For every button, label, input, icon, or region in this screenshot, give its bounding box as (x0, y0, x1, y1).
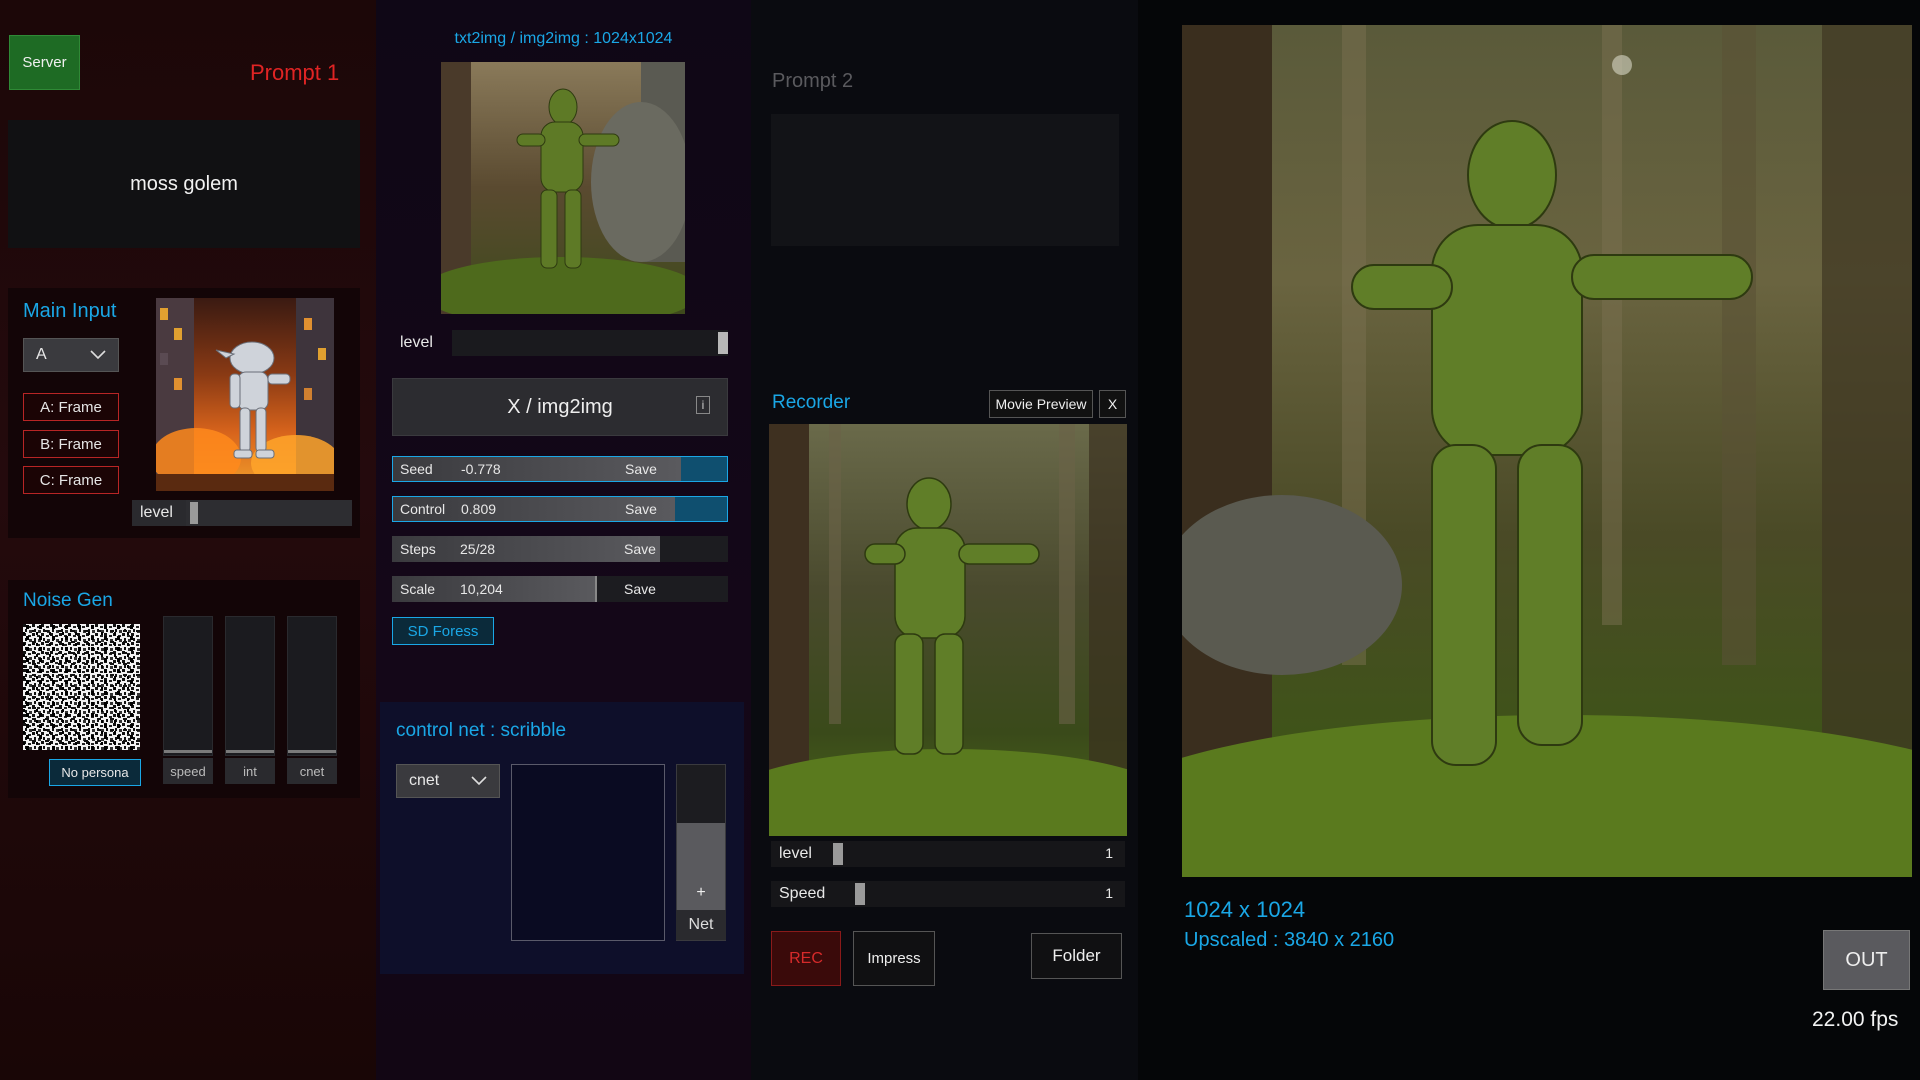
resolution-title: txt2img / img2img : 1024x1024 (454, 30, 673, 47)
recorder-speed-slider[interactable]: Speed 1 (771, 881, 1125, 907)
int-slider-label: int (225, 758, 275, 784)
server-button[interactable]: Server (9, 35, 80, 90)
output-resolution: 1024 x 1024 (1184, 897, 1306, 922)
steps-label: Steps (400, 541, 436, 557)
cnet-select-value: cnet (409, 772, 440, 789)
control-value: 0.809 (461, 501, 497, 517)
main-input-image[interactable] (156, 298, 334, 491)
control-save-button[interactable]: Save (625, 501, 657, 517)
speed-slider[interactable] (163, 616, 213, 756)
slider-knob[interactable] (833, 843, 843, 865)
info-icon[interactable]: i (696, 396, 710, 414)
close-icon[interactable]: X (1099, 390, 1126, 418)
scale-value: 10,204 (460, 581, 503, 597)
fps-readout: 22.00 fps (1812, 1008, 1899, 1031)
recorder-preview (769, 424, 1127, 836)
control-label: Control (400, 501, 446, 517)
net-plus-button[interactable]: + (676, 880, 726, 906)
cnet-slider-label: cnet (287, 758, 337, 784)
prompt1-label: Prompt 1 (250, 60, 340, 85)
recorder-speed-label: Speed (779, 885, 826, 902)
cnet-select[interactable]: cnet (396, 764, 500, 798)
main-input-level-slider[interactable] (186, 500, 352, 526)
slider-knob[interactable] (855, 883, 865, 905)
control-row[interactable]: Control 0.809 Save (392, 496, 728, 522)
main-input-level-label: level (132, 500, 186, 526)
sd-button[interactable]: SD Foress (392, 617, 494, 645)
seed-value: -0.778 (461, 461, 501, 477)
out-button[interactable]: OUT (1823, 930, 1910, 990)
chevron-down-icon (90, 350, 106, 360)
int-slider[interactable] (225, 616, 275, 756)
recorder-speed-value: 1 (1105, 885, 1113, 901)
main-input-title: Main Input (23, 300, 117, 322)
middle-level-slider[interactable] (452, 330, 728, 356)
prompt2-textbox[interactable] (771, 114, 1119, 246)
middle-level-label: level (400, 334, 433, 351)
recorder-level-value: 1 (1105, 845, 1113, 861)
no-persona-button[interactable]: No persona (49, 759, 141, 786)
seed-label: Seed (400, 461, 433, 477)
noise-gen-title: Noise Gen (23, 590, 113, 611)
output-image (1182, 25, 1912, 877)
scale-row[interactable]: Scale 10,204 Save (392, 576, 728, 602)
slider-knob[interactable] (190, 502, 198, 524)
preview-thumbnail[interactable] (441, 62, 685, 314)
prompt1-textbox[interactable]: moss golem (8, 120, 360, 248)
recorder-level-label: level (779, 845, 812, 862)
slider-knob[interactable] (718, 332, 728, 354)
seed-save-button[interactable]: Save (625, 461, 657, 477)
recorder-title: Recorder (772, 392, 851, 413)
control-net-title: control net : scribble (396, 720, 567, 741)
movie-preview-button[interactable]: Movie Preview (989, 390, 1093, 418)
recorder-level-slider[interactable]: level 1 (771, 841, 1125, 867)
steps-value: 25/28 (460, 541, 496, 557)
scribble-canvas[interactable] (511, 764, 665, 941)
steps-save-button[interactable]: Save (624, 541, 656, 557)
upscaled-resolution: Upscaled : 3840 x 2160 (1184, 929, 1395, 951)
net-label: Net (676, 910, 726, 940)
scale-label: Scale (400, 581, 436, 597)
frame-c-button[interactable]: C: Frame (23, 466, 119, 494)
mode-button[interactable]: X / img2img (392, 378, 728, 436)
impress-button[interactable]: Impress (853, 931, 935, 986)
frame-a-button[interactable]: A: Frame (23, 393, 119, 421)
main-input-select[interactable]: A (23, 338, 119, 372)
main-input-select-value: A (36, 346, 47, 363)
cnet-slider[interactable] (287, 616, 337, 756)
prompt2-label: Prompt 2 (772, 70, 854, 92)
chevron-down-icon (471, 776, 487, 786)
mode-button-label: X / img2img (507, 395, 613, 418)
speed-slider-label: speed (163, 758, 213, 784)
seed-row[interactable]: Seed -0.778 Save (392, 456, 728, 482)
scale-save-button[interactable]: Save (624, 581, 656, 597)
frame-b-button[interactable]: B: Frame (23, 430, 119, 458)
steps-row[interactable]: Steps 25/28 Save (392, 536, 728, 562)
rec-button[interactable]: REC (771, 931, 841, 986)
noise-image (23, 624, 140, 750)
folder-button[interactable]: Folder (1031, 933, 1122, 979)
